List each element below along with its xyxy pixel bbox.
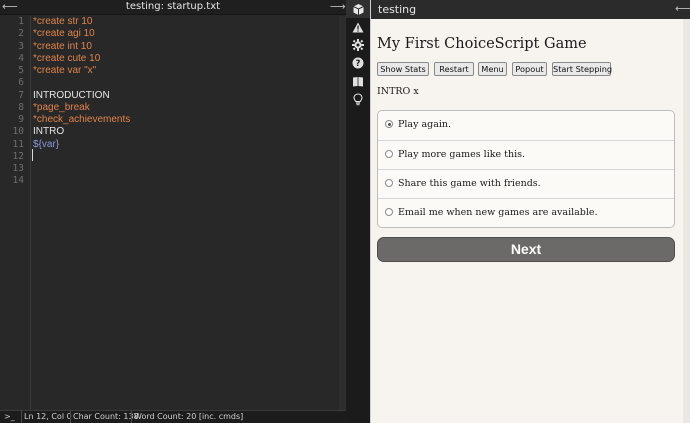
book-icon[interactable]: [346, 72, 370, 90]
code-line[interactable]: [33, 163, 339, 175]
choice-option[interactable]: Play again.: [378, 111, 674, 140]
game-title: My First ChoiceScript Game: [377, 36, 587, 52]
choice-label: Play more games like this.: [398, 149, 526, 160]
word-count: Word Count: 20 [inc. cmds]: [134, 412, 244, 421]
editor-statusbar: >_ Ln 12, Col 0 Char Count: 138 Word Cou…: [0, 410, 346, 423]
choice-list: Play again. Play more games like this. S…: [377, 110, 675, 228]
cursor-position: Ln 12, Col 0: [24, 412, 72, 421]
code-line[interactable]: *create agi 10: [33, 28, 339, 40]
code-line[interactable]: [33, 175, 339, 187]
char-count: Char Count: 138: [73, 412, 139, 421]
status-divider: [70, 411, 71, 423]
radio-button[interactable]: [385, 150, 393, 158]
tool-icon-column: ?: [346, 0, 370, 423]
next-button[interactable]: Next: [377, 237, 675, 262]
game-body-text: INTRO x: [377, 86, 419, 97]
game-tab-title: testing: [378, 3, 417, 16]
collapse-pane-icon[interactable]: ⟵: [675, 0, 690, 18]
help-icon[interactable]: ?: [346, 54, 370, 72]
line-number: 8: [18, 101, 24, 113]
line-number: 13: [12, 163, 24, 174]
line-number: 7: [18, 89, 24, 101]
line-number: 9: [18, 114, 24, 125]
choice-label: Play again.: [398, 119, 452, 130]
line-number: 14: [12, 175, 24, 187]
choice-label: Email me when new games are available.: [398, 207, 598, 218]
radio-button[interactable]: [385, 120, 393, 128]
game-titlebar: testing ⟵: [371, 0, 690, 19]
choice-label: Share this game with friends.: [398, 178, 541, 189]
choice-option[interactable]: Share this game with friends.: [378, 169, 674, 198]
status-divider: [131, 411, 132, 423]
choice-option[interactable]: Play more games like this.: [378, 140, 674, 169]
code-line[interactable]: *create var "x": [33, 65, 339, 77]
popout-button[interactable]: Popout: [512, 62, 547, 76]
restart-button[interactable]: Restart: [434, 62, 474, 76]
code-line[interactable]: *page_break: [33, 102, 339, 114]
code-editor-pane: ⟵ testing: startup.txt ⟶ 1 2 3 4 5 6 7 8 9 10 11 12…: [0, 0, 346, 423]
code-line[interactable]: ${var}: [33, 139, 339, 151]
code-line[interactable]: [33, 151, 339, 163]
start-stepping-button[interactable]: Start Stepping: [552, 62, 612, 76]
code-line[interactable]: INTRODUCTION: [33, 90, 339, 102]
line-number: 12: [12, 150, 24, 162]
console-toggle-button[interactable]: >_: [4, 411, 20, 423]
warning-icon[interactable]: [346, 18, 370, 36]
radio-button[interactable]: [385, 179, 393, 187]
game-preview-pane: testing ⟵ My First ChoiceScript Game Sho…: [370, 0, 690, 423]
code-line[interactable]: *create cute 10: [33, 53, 339, 65]
lightbulb-icon[interactable]: [346, 90, 370, 108]
line-number: 11: [12, 138, 24, 150]
line-number: 1: [18, 16, 24, 27]
choice-option[interactable]: Email me when new games are available.: [378, 198, 674, 227]
menu-button[interactable]: Menu: [478, 62, 507, 76]
line-number: 5: [18, 65, 24, 76]
expand-right-icon[interactable]: ⟶: [330, 0, 346, 15]
line-number: 4: [18, 52, 24, 64]
status-divider: [21, 411, 22, 423]
editor-scrollbar[interactable]: [339, 16, 346, 410]
game-scrollbar[interactable]: [683, 19, 690, 423]
text-cursor: [32, 149, 33, 161]
line-number: 3: [18, 40, 24, 52]
code-line[interactable]: [33, 77, 339, 89]
editor-titlebar: ⟵ testing: startup.txt ⟶: [0, 0, 346, 15]
show-stats-button[interactable]: Show Stats: [377, 62, 429, 76]
editor-file-title: testing: startup.txt: [125, 1, 221, 12]
gear-icon[interactable]: [346, 36, 370, 54]
svg-text:?: ?: [356, 59, 361, 69]
code-text-area[interactable]: *create str 10 *create agi 10 *create int …: [33, 16, 339, 410]
cube-icon[interactable]: [346, 0, 370, 18]
radio-button[interactable]: [385, 208, 393, 216]
line-number: 6: [18, 77, 24, 89]
code-line[interactable]: *create str 10: [33, 16, 339, 28]
code-line[interactable]: INTRO: [33, 126, 339, 138]
code-line[interactable]: *check_achievements: [33, 114, 339, 126]
line-number: 10: [12, 126, 24, 138]
line-number: 2: [18, 28, 24, 40]
app-root: ⟵ testing: startup.txt ⟶ 1 2 3 4 5 6 7 8 9 10 11 12…: [0, 0, 690, 423]
line-number-gutter: 1 2 3 4 5 6 7 8 9 10 11 12 13 14: [0, 16, 31, 410]
code-line[interactable]: *create int 10: [33, 41, 339, 53]
